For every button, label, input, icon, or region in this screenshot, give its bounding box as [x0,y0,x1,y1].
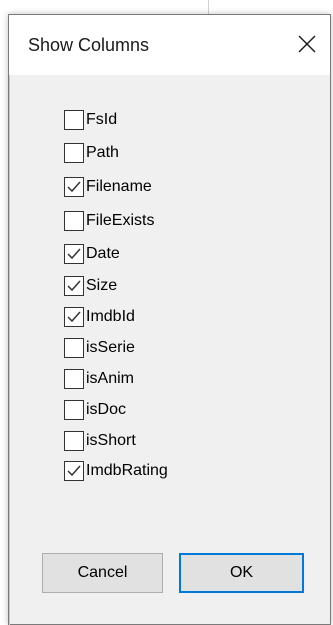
column-option-fsid[interactable]: FsId [64,109,117,131]
column-option-isanim[interactable]: isAnim [64,368,134,390]
column-option-label: isDoc [86,401,127,418]
dialog-title: Show Columns [28,35,150,55]
column-option-filename[interactable]: Filename [64,176,152,198]
checkbox[interactable] [64,369,84,389]
column-option-label: Filename [86,178,152,195]
column-option-label: Size [86,277,118,294]
checkbox[interactable] [64,177,84,197]
ok-button[interactable]: OK [179,553,304,593]
column-option-fileexists[interactable]: FileExists [64,210,154,232]
checkbox[interactable] [64,461,84,481]
column-option-label: ImdbRating [86,462,168,479]
column-option-label: ImdbId [86,308,135,325]
column-option-date[interactable]: Date [64,243,120,265]
checkbox[interactable] [64,431,84,451]
show-columns-dialog: Show Columns FsId Path Filename FileExis… [8,14,331,625]
background-divider [208,0,209,14]
close-button[interactable] [284,21,330,67]
checkbox[interactable] [64,400,84,420]
column-option-path[interactable]: Path [64,142,119,164]
column-option-size[interactable]: Size [64,275,117,297]
checkbox[interactable] [64,143,84,163]
column-option-label: isSerie [86,339,135,356]
column-option-isshort[interactable]: isShort [64,430,136,452]
column-option-imdbrating[interactable]: ImdbRating [64,460,168,482]
column-option-isserie[interactable]: isSerie [64,337,135,359]
checkbox[interactable] [64,307,84,327]
dialog-left-edge [9,75,10,625]
checkbox[interactable] [64,338,84,358]
column-option-label: Path [86,144,119,161]
background-window-strip [0,0,333,14]
column-option-label: Date [86,245,120,262]
checkbox[interactable] [64,110,84,130]
close-icon [298,35,316,53]
screen: Show Columns FsId Path Filename FileExis… [0,0,333,625]
column-option-isdoc[interactable]: isDoc [64,399,126,421]
checkbox[interactable] [64,211,84,231]
cancel-button[interactable]: Cancel [42,553,163,593]
dialog-titlebar: Show Columns [9,15,330,75]
column-option-label: FileExists [86,212,155,229]
column-option-label: isAnim [86,370,135,387]
checkbox[interactable] [64,244,84,264]
column-option-label: isShort [86,432,136,449]
column-option-label: FsId [86,111,118,128]
column-option-imdbid[interactable]: ImdbId [64,306,135,328]
checkbox[interactable] [64,276,84,296]
